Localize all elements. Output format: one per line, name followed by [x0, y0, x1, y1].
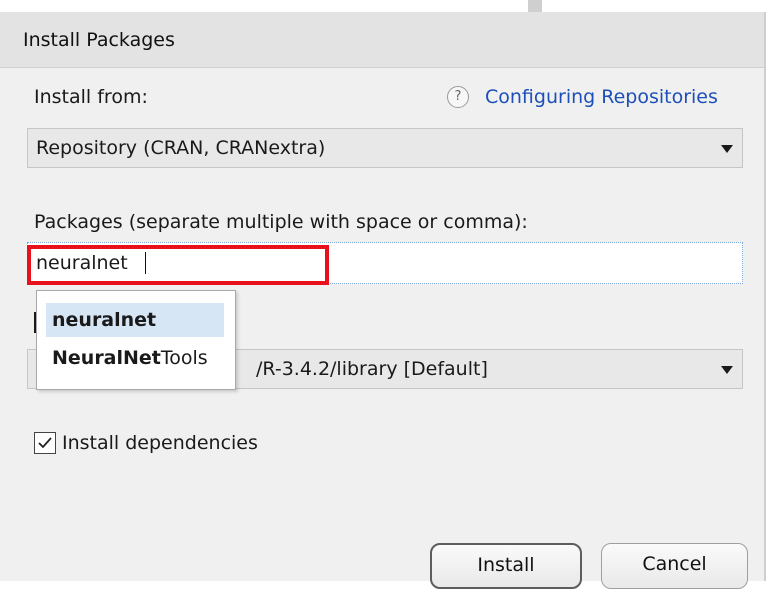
dialog-titlebar: Install Packages: [0, 12, 764, 68]
autocomplete-item-match: NeuralNet: [52, 347, 161, 369]
library-selected: /R-3.4.2/library [Default]: [256, 358, 488, 380]
install-dependencies-checkbox[interactable]: [34, 432, 56, 454]
checkmark-icon: [38, 437, 52, 449]
autocomplete-item-neuralnettools[interactable]: NeuralNetTools: [46, 341, 224, 375]
install-from-selected: Repository (CRAN, CRANextra): [36, 137, 326, 159]
install-dependencies-label[interactable]: Install dependencies: [62, 432, 258, 454]
install-button[interactable]: Install: [430, 543, 582, 589]
install-from-label: Install from:: [34, 86, 148, 108]
configuring-repositories-link[interactable]: Configuring Repositories: [485, 86, 718, 108]
autocomplete-item-match: neuralnet: [52, 309, 157, 331]
autocomplete-item-neuralnet[interactable]: neuralnet: [46, 303, 224, 337]
background-strip: [0, 0, 766, 12]
autocomplete-item-rest: Tools: [160, 347, 208, 369]
text-cursor: [145, 252, 146, 274]
autocomplete-popup: neuralnet NeuralNetTools: [36, 290, 236, 390]
dialog-title: Install Packages: [23, 29, 175, 51]
background-scroll-marker: [528, 0, 542, 12]
chevron-down-icon: [721, 145, 733, 153]
question-icon[interactable]: ?: [447, 86, 469, 108]
cancel-button[interactable]: Cancel: [601, 543, 748, 589]
chevron-down-icon: [721, 366, 733, 374]
packages-label: Packages (separate multiple with space o…: [34, 211, 528, 233]
packages-input[interactable]: [27, 242, 743, 284]
install-from-select[interactable]: Repository (CRAN, CRANextra): [27, 128, 743, 168]
